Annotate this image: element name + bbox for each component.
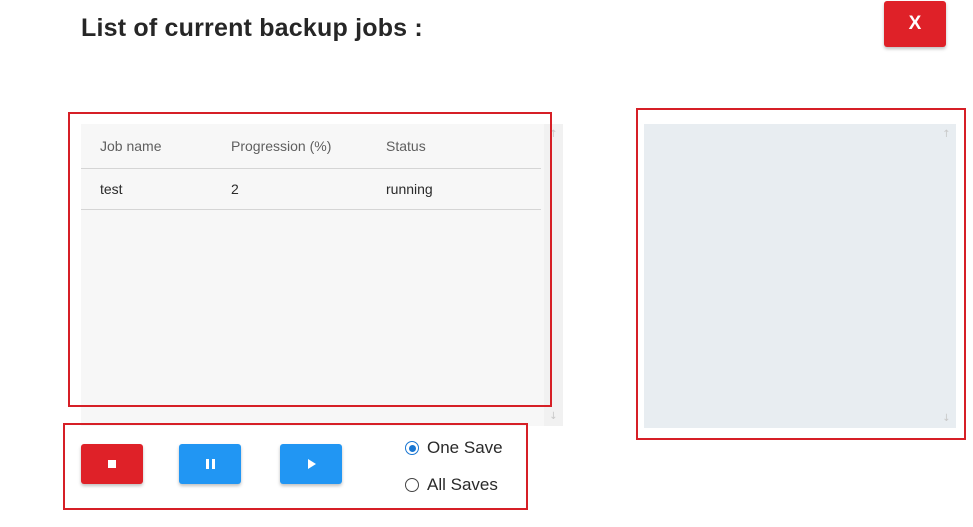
page-title: List of current backup jobs : bbox=[81, 14, 423, 42]
pause-button[interactable] bbox=[179, 444, 241, 484]
all-saves-radio[interactable] bbox=[405, 478, 419, 492]
one-save-radio[interactable] bbox=[405, 441, 419, 455]
stop-icon bbox=[108, 460, 116, 468]
one-save-label: One Save bbox=[427, 438, 503, 457]
all-saves-option[interactable]: All Saves bbox=[405, 475, 498, 495]
close-button[interactable]: X bbox=[884, 1, 946, 47]
arrow-down-icon[interactable]: ↓ bbox=[544, 408, 563, 424]
backup-jobs-window: List of current backup jobs : X ↑ ↓ Job … bbox=[0, 0, 973, 527]
jobs-list-highlight-frame bbox=[68, 112, 552, 407]
play-button[interactable] bbox=[280, 444, 342, 484]
play-icon bbox=[308, 459, 316, 469]
log-panel-highlight-frame bbox=[636, 108, 966, 440]
all-saves-label: All Saves bbox=[427, 475, 498, 494]
one-save-option[interactable]: One Save bbox=[405, 438, 503, 458]
pause-icon bbox=[205, 459, 215, 469]
stop-button[interactable] bbox=[81, 444, 143, 484]
